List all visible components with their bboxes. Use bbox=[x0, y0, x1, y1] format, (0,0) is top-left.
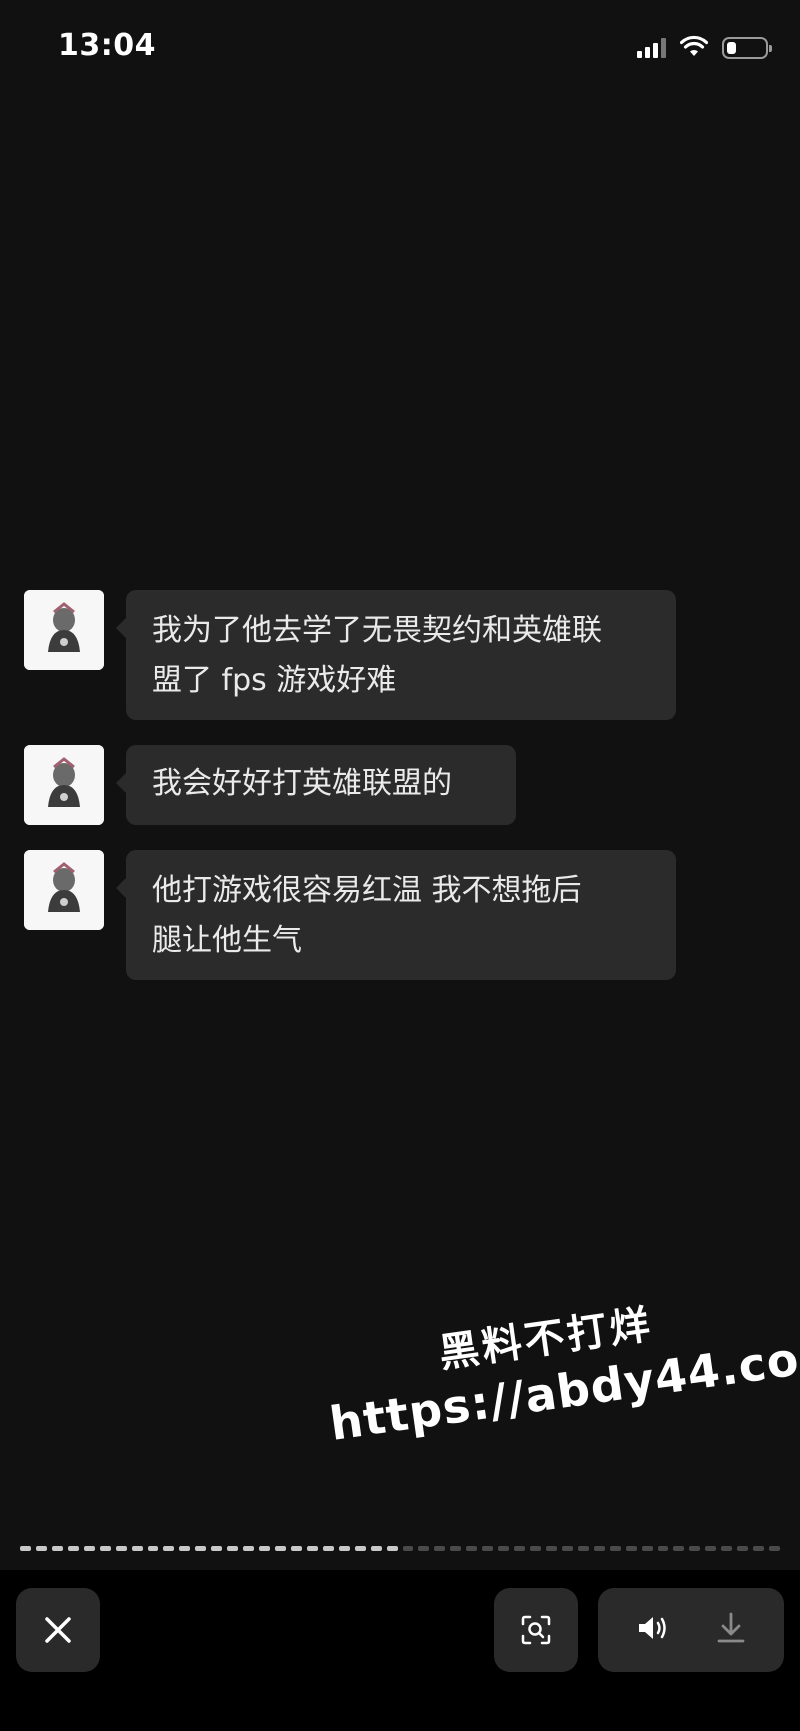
progress-segment bbox=[99, 1546, 111, 1551]
progress-segment bbox=[593, 1546, 605, 1551]
progress-segment bbox=[514, 1546, 525, 1551]
story-progress-bar bbox=[20, 1546, 780, 1551]
progress-segment bbox=[354, 1546, 366, 1551]
progress-segment bbox=[625, 1546, 637, 1551]
progress-segment bbox=[51, 1546, 63, 1551]
progress-segment bbox=[370, 1546, 382, 1551]
progress-segment bbox=[338, 1546, 350, 1551]
download-button[interactable] bbox=[715, 1611, 747, 1649]
message-line: 腿让他生气 bbox=[152, 923, 302, 958]
progress-segment bbox=[35, 1546, 47, 1551]
message-line: 我为了他去学了无畏契约和英雄联 bbox=[152, 613, 602, 648]
status-icons bbox=[637, 34, 772, 62]
progress-segment bbox=[227, 1546, 239, 1551]
message-line: 我会好好打英雄联盟的 bbox=[152, 766, 452, 801]
avatar[interactable] bbox=[24, 745, 104, 825]
battery-icon bbox=[722, 37, 772, 59]
progress-segment bbox=[67, 1546, 79, 1551]
progress-segment bbox=[434, 1546, 446, 1551]
progress-segment bbox=[306, 1546, 318, 1551]
close-button[interactable] bbox=[16, 1588, 100, 1672]
progress-segment bbox=[195, 1546, 207, 1551]
message-bubble: 我为了他去学了无畏契约和英雄联 盟了 fps 游戏好难 bbox=[116, 590, 676, 720]
media-controls bbox=[598, 1588, 784, 1672]
progress-segment bbox=[530, 1546, 541, 1551]
avatar-image bbox=[24, 590, 104, 670]
avatar[interactable] bbox=[24, 850, 104, 930]
progress-segment bbox=[753, 1546, 765, 1551]
progress-segment bbox=[290, 1546, 302, 1551]
message-line: 他打游戏很容易红温 我不想拖后 bbox=[152, 873, 582, 908]
message-bubble: 他打游戏很容易红温 我不想拖后 腿让他生气 bbox=[116, 850, 676, 980]
progress-segment bbox=[20, 1546, 31, 1551]
progress-segment bbox=[769, 1546, 780, 1551]
volume-button[interactable] bbox=[636, 1613, 672, 1647]
progress-segment bbox=[275, 1546, 286, 1551]
progress-segment bbox=[466, 1546, 478, 1551]
progress-segment bbox=[386, 1546, 398, 1551]
progress-segment bbox=[673, 1546, 685, 1551]
message-line: 盟了 fps 游戏好难 bbox=[152, 663, 397, 698]
progress-segment bbox=[402, 1546, 414, 1551]
progress-segment bbox=[115, 1546, 127, 1551]
bottom-toolbar bbox=[0, 1570, 800, 1731]
download-icon bbox=[717, 1612, 744, 1643]
progress-segment bbox=[243, 1546, 255, 1551]
progress-segment bbox=[163, 1546, 175, 1551]
progress-segment bbox=[577, 1546, 589, 1551]
signal-icon bbox=[637, 38, 666, 58]
wifi-icon bbox=[679, 35, 709, 61]
progress-segment bbox=[450, 1546, 462, 1551]
progress-segment bbox=[83, 1546, 95, 1551]
scan-button[interactable] bbox=[494, 1588, 578, 1672]
progress-segment bbox=[737, 1546, 749, 1551]
progress-segment bbox=[657, 1546, 669, 1551]
progress-segment bbox=[705, 1546, 717, 1551]
avatar-image bbox=[24, 745, 104, 825]
status-bar: 13:04 bbox=[0, 0, 800, 96]
volume-icon bbox=[638, 1617, 666, 1639]
progress-segment bbox=[641, 1546, 653, 1551]
progress-segment bbox=[418, 1546, 430, 1551]
progress-segment bbox=[211, 1546, 223, 1551]
progress-segment bbox=[498, 1546, 510, 1551]
message-bubble: 我会好好打英雄联盟的 bbox=[116, 745, 516, 825]
progress-segment bbox=[131, 1546, 143, 1551]
progress-segment bbox=[179, 1546, 191, 1551]
progress-segment bbox=[147, 1546, 159, 1551]
avatar[interactable] bbox=[24, 590, 104, 670]
avatar-image bbox=[24, 850, 104, 930]
progress-segment bbox=[721, 1546, 733, 1551]
progress-segment bbox=[561, 1546, 573, 1551]
scan-icon bbox=[521, 1615, 551, 1645]
progress-segment bbox=[689, 1546, 701, 1551]
watermark: 黑料不打烊 https://abdy44.com bbox=[318, 1277, 800, 1497]
close-icon bbox=[45, 1617, 71, 1643]
progress-segment bbox=[259, 1546, 270, 1551]
progress-segment bbox=[482, 1546, 494, 1551]
battery-level bbox=[727, 42, 736, 54]
status-time: 13:04 bbox=[58, 28, 156, 63]
progress-segment bbox=[322, 1546, 334, 1551]
progress-segment bbox=[609, 1546, 621, 1551]
progress-segment bbox=[545, 1546, 557, 1551]
